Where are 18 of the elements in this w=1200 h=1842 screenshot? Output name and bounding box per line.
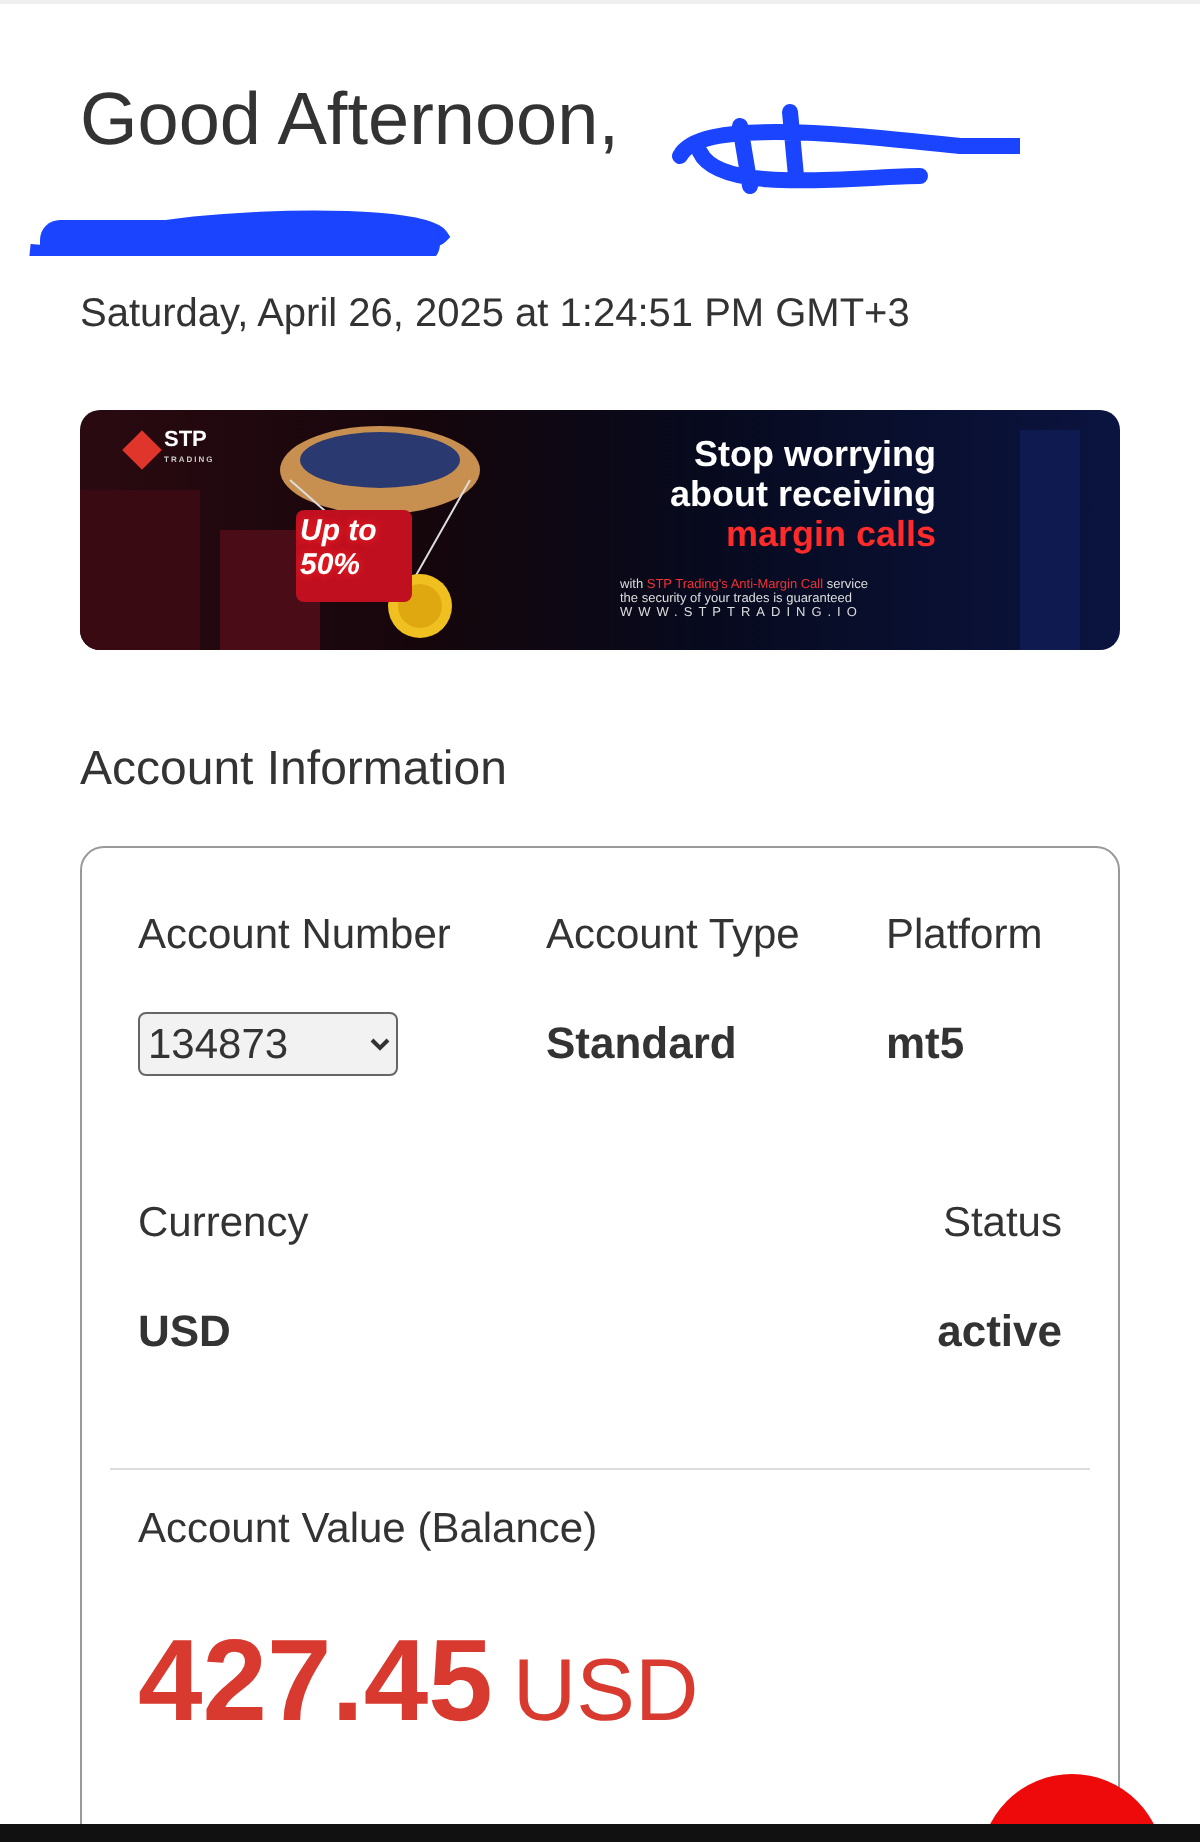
field-label: Status bbox=[942, 1198, 1062, 1250]
field-value: active bbox=[937, 1304, 1062, 1360]
discount-text: Up to 50% bbox=[300, 514, 377, 582]
field-value: USD bbox=[138, 1304, 231, 1360]
field-label: Platform bbox=[886, 910, 1043, 962]
field-value: mt5 bbox=[886, 1016, 965, 1072]
field-label: Account Type bbox=[546, 910, 800, 962]
field-label: Currency bbox=[138, 1198, 309, 1250]
balance-amount: 427.45 bbox=[138, 1614, 493, 1748]
section-title: Account Information bbox=[80, 742, 509, 798]
balance-currency: USD bbox=[512, 1642, 699, 1742]
account-select[interactable]: 134873 bbox=[138, 1012, 398, 1076]
field-value: Standard bbox=[546, 1016, 737, 1072]
date-time: Saturday, April 26, 2025 at 1:24:51 PM GMT+3 bbox=[80, 292, 912, 338]
banner-headline: Stop worrying about receiving margin calls bbox=[667, 434, 936, 554]
balance-label: Account Value (Balance) bbox=[136, 1504, 600, 1556]
field-label: Account Number bbox=[138, 910, 451, 962]
greeting: Good Afternoon, bbox=[80, 78, 619, 160]
